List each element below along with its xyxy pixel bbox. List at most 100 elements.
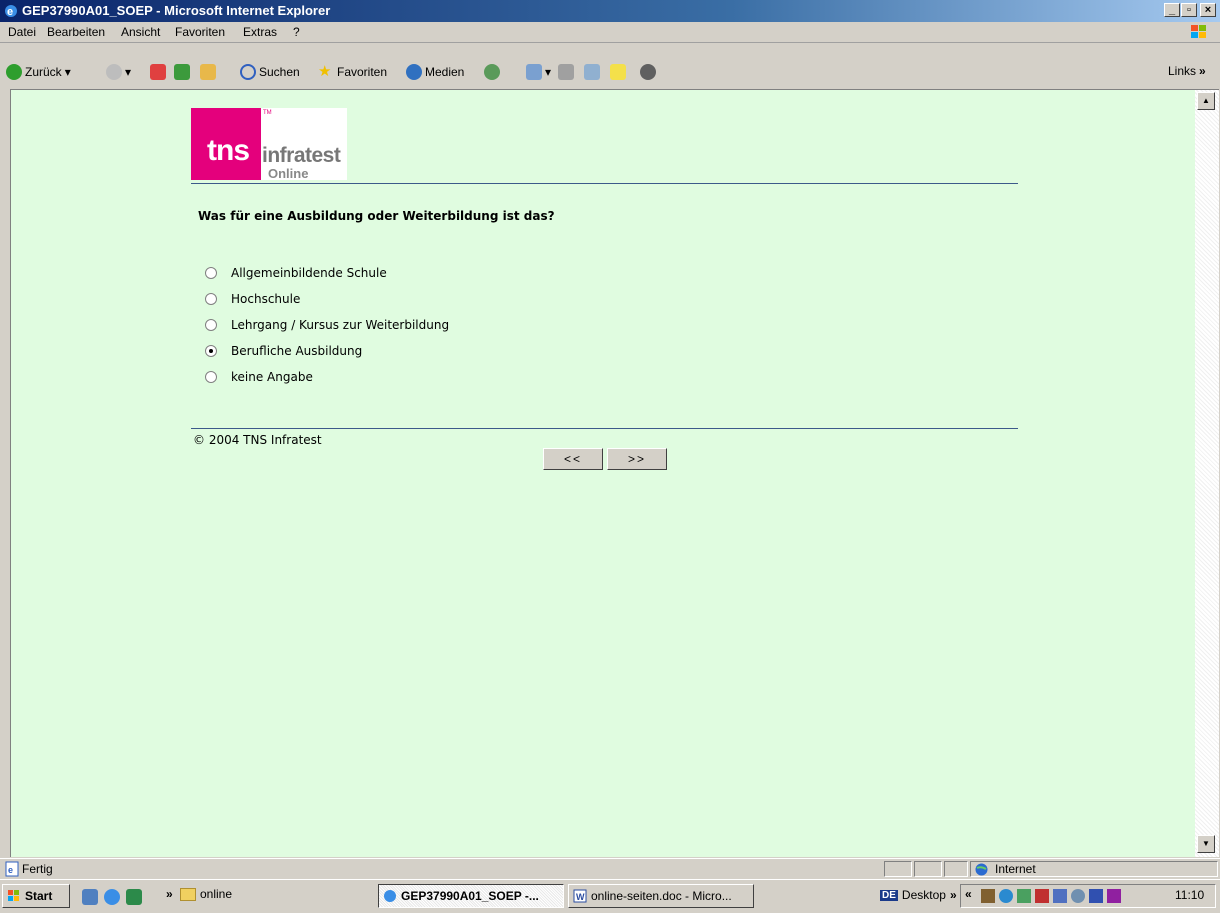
radio-button-selected[interactable] xyxy=(205,345,217,357)
question-text: Was für eine Ausbildung oder Weiterbildu… xyxy=(198,209,555,223)
scroll-down-button[interactable]: ▼ xyxy=(1197,835,1215,853)
radio-button[interactable] xyxy=(205,293,217,305)
tray-shield-icon[interactable] xyxy=(1089,889,1103,903)
toolbar: Zurück ▾ ▾ Suchen ★ Favoriten Medien ▾ L… xyxy=(0,43,1220,87)
messenger-icon xyxy=(640,64,656,80)
option-keine-angabe[interactable]: keine Angabe xyxy=(205,370,313,384)
quicklaunch-ie-icon[interactable] xyxy=(104,889,120,905)
page-icon: e xyxy=(5,861,19,877)
history-button[interactable] xyxy=(484,64,500,80)
stop-button[interactable] xyxy=(150,64,166,80)
radio-button[interactable] xyxy=(205,371,217,383)
zone-label: Internet xyxy=(995,862,1036,876)
internet-globe-icon xyxy=(975,863,988,876)
refresh-button[interactable] xyxy=(174,64,190,80)
media-icon xyxy=(406,64,422,80)
menu-help[interactable]: ? xyxy=(293,25,300,39)
quicklaunch-app-icon[interactable] xyxy=(126,889,142,905)
tray-connection-icon[interactable] xyxy=(1017,889,1031,903)
tray-app-icon[interactable] xyxy=(1107,889,1121,903)
status-pane xyxy=(914,861,942,877)
previous-page-button[interactable]: << xyxy=(543,448,603,470)
radio-button[interactable] xyxy=(205,267,217,279)
option-allgemeinbildende-schule[interactable]: Allgemeinbildende Schule xyxy=(205,266,387,280)
home-button[interactable] xyxy=(200,64,216,80)
menu-bar: Datei Bearbeiten Ansicht Favoriten Extra… xyxy=(0,22,1220,43)
folder-online[interactable]: online xyxy=(180,887,232,901)
search-icon xyxy=(240,64,256,80)
quicklaunch-desktop-icon[interactable] xyxy=(82,889,98,905)
tray-expand-icon[interactable]: « xyxy=(965,887,972,901)
svg-text:e: e xyxy=(7,6,13,18)
page-viewport xyxy=(10,89,1196,857)
menu-bearbeiten[interactable]: Bearbeiten xyxy=(47,25,105,39)
back-button[interactable]: Zurück ▾ xyxy=(6,64,71,80)
footer-divider xyxy=(191,428,1018,429)
internet-explorer-icon: e xyxy=(5,5,17,18)
favorites-button[interactable]: ★ Favoriten xyxy=(318,64,387,80)
status-pane xyxy=(884,861,912,877)
vertical-scrollbar[interactable]: ▲ ▼ xyxy=(1195,89,1219,857)
security-zone: Internet xyxy=(970,861,1218,877)
menu-datei[interactable]: Datei xyxy=(8,25,36,39)
close-button[interactable]: × xyxy=(1200,3,1216,17)
discuss-button[interactable] xyxy=(610,64,626,80)
desktop-toolbar[interactable]: DE Desktop » xyxy=(880,888,957,902)
menu-favoriten[interactable]: Favoriten xyxy=(175,25,225,39)
search-button[interactable]: Suchen xyxy=(240,64,300,80)
media-button[interactable]: Medien xyxy=(406,64,464,80)
language-indicator[interactable]: DE xyxy=(880,889,898,901)
history-icon xyxy=(484,64,500,80)
internet-explorer-icon xyxy=(384,890,396,902)
task-internet-explorer[interactable]: GEP37990A01_SOEP -... xyxy=(378,884,564,908)
start-button[interactable]: Start xyxy=(2,884,70,908)
home-icon xyxy=(200,64,216,80)
clock[interactable]: 11:10 xyxy=(1175,888,1204,902)
maximize-button[interactable]: ▫ xyxy=(1181,3,1197,17)
svg-text:W: W xyxy=(576,892,585,902)
menu-ansicht[interactable]: Ansicht xyxy=(121,25,160,39)
refresh-icon xyxy=(174,64,190,80)
option-lehrgang-kursus[interactable]: Lehrgang / Kursus zur Weiterbildung xyxy=(205,318,449,332)
option-berufliche-ausbildung[interactable]: Berufliche Ausbildung xyxy=(205,344,362,358)
tray-alert-icon[interactable] xyxy=(1035,889,1049,903)
tray-globe-icon[interactable] xyxy=(999,889,1013,903)
mail-icon xyxy=(526,64,542,80)
print-button[interactable] xyxy=(558,64,574,80)
scroll-up-button[interactable]: ▲ xyxy=(1197,92,1215,110)
status-text: Fertig xyxy=(22,862,53,876)
star-icon: ★ xyxy=(318,63,332,80)
radio-button[interactable] xyxy=(205,319,217,331)
printer-icon xyxy=(558,64,574,80)
tray-volume-icon[interactable] xyxy=(1071,889,1085,903)
forward-button[interactable]: ▾ xyxy=(106,64,131,80)
windows-flag-icon xyxy=(1191,25,1206,38)
option-hochschule[interactable]: Hochschule xyxy=(205,292,300,306)
taskbar: Start » online GEP37990A01_SOEP -... W o… xyxy=(0,879,1220,913)
tray-network-icon[interactable] xyxy=(981,889,995,903)
window-title: GEP37990A01_SOEP - Microsoft Internet Ex… xyxy=(22,3,331,18)
note-icon xyxy=(610,64,626,80)
folder-icon xyxy=(180,887,196,901)
minimize-button[interactable]: _ xyxy=(1164,3,1180,17)
status-bar: e Fertig Internet xyxy=(0,858,1220,879)
edit-button[interactable] xyxy=(584,64,600,80)
task-word-document[interactable]: W online-seiten.doc - Micro... xyxy=(568,884,754,908)
tns-infratest-logo: TM tns infratest Online xyxy=(191,108,347,181)
menu-extras[interactable]: Extras xyxy=(243,25,277,39)
forward-arrow-icon xyxy=(106,64,122,80)
windows-logo-icon xyxy=(8,890,19,901)
copyright-text: © 2004 TNS Infratest xyxy=(193,433,322,447)
tray-display-icon[interactable] xyxy=(1053,889,1067,903)
quicklaunch-more[interactable]: » xyxy=(166,887,173,901)
edit-icon xyxy=(584,64,600,80)
status-pane xyxy=(944,861,968,877)
mail-button[interactable]: ▾ xyxy=(526,64,551,80)
messenger-button[interactable] xyxy=(640,64,656,80)
next-page-button[interactable]: >> xyxy=(607,448,667,470)
links-button[interactable]: Links» xyxy=(1168,64,1206,78)
window-title-bar[interactable]: e GEP37990A01_SOEP - Microsoft Internet … xyxy=(0,0,1220,22)
system-tray: « 11:10 xyxy=(960,884,1216,908)
stop-icon xyxy=(150,64,166,80)
svg-text:e: e xyxy=(8,865,13,875)
